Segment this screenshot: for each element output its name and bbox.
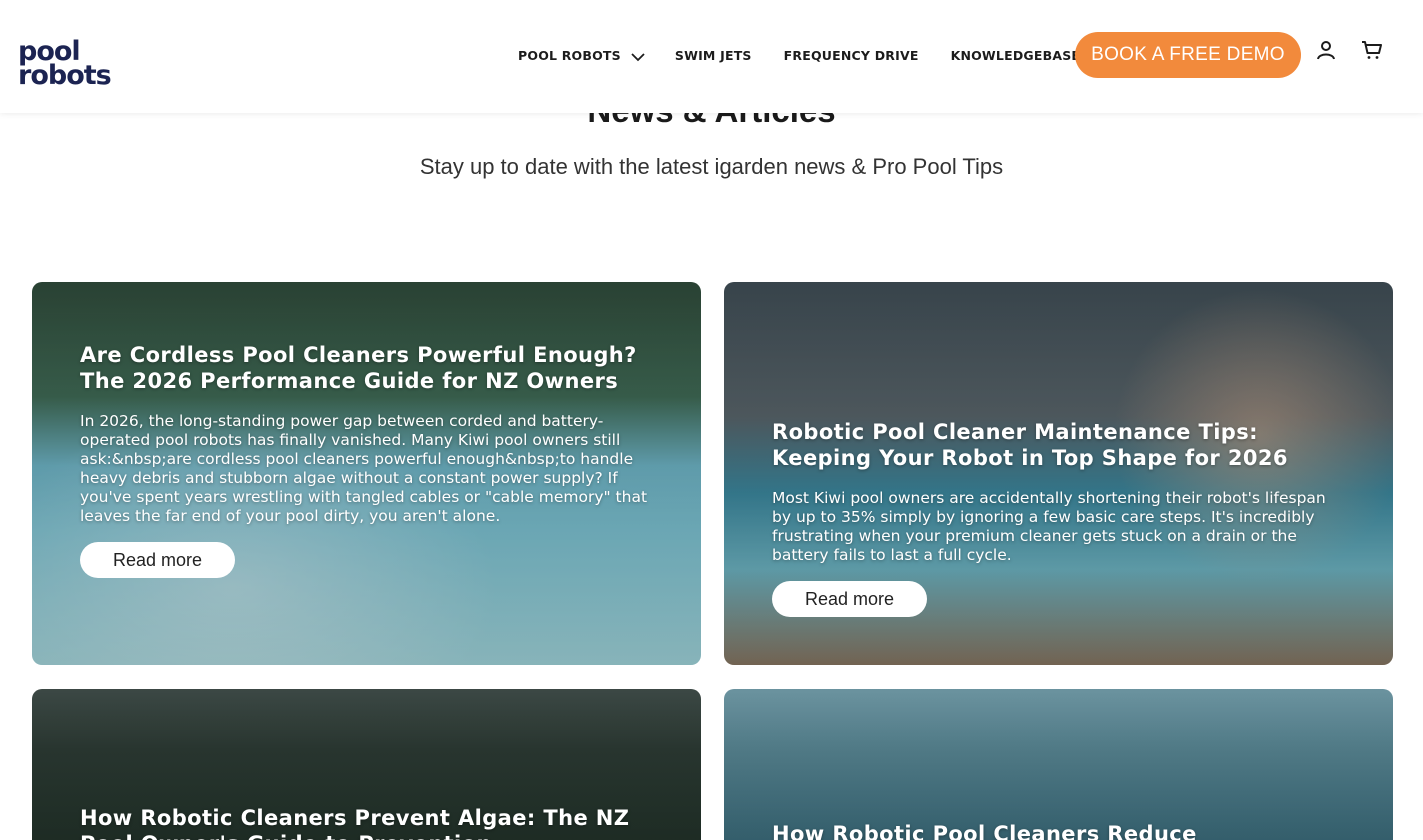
article-title[interactable]: How Robotic Cleaners Prevent Algae: The …	[80, 805, 653, 840]
cart-icon[interactable]	[1360, 38, 1384, 62]
article-content: Robotic Pool Cleaner Maintenance Tips: K…	[772, 419, 1345, 617]
read-more-button[interactable]: Read more	[80, 542, 235, 578]
nav-item-swim-jets[interactable]: SWIM JETS	[675, 48, 752, 63]
site-header: pool robots POOL ROBOTS SWIM JETS FREQUE…	[0, 0, 1423, 113]
logo-line2: robots	[18, 60, 112, 91]
article-title[interactable]: How Robotic Pool Cleaners Reduce	[772, 821, 1345, 840]
nav-item-label: SWIM JETS	[674, 48, 752, 63]
article-card[interactable]: Are Cordless Pool Cleaners Powerful Enou…	[32, 282, 701, 665]
article-title[interactable]: Robotic Pool Cleaner Maintenance Tips: K…	[772, 419, 1345, 471]
article-excerpt: In 2026, the long-standing power gap bet…	[80, 412, 648, 525]
nav-item-pool-robots[interactable]: POOL ROBOTS	[518, 48, 645, 63]
nav-item-frequency-drive[interactable]: FREQUENCY DRIVE	[784, 48, 919, 63]
logo[interactable]: pool robots	[18, 38, 114, 92]
main-nav: POOL ROBOTS SWIM JETS FREQUENCY DRIVE KN…	[518, 48, 1080, 63]
article-title[interactable]: Are Cordless Pool Cleaners Powerful Enou…	[80, 342, 653, 394]
chevron-down-icon	[631, 50, 645, 62]
article-content: How Robotic Pool Cleaners Reduce	[772, 821, 1345, 840]
book-demo-button[interactable]: BOOK A FREE DEMO	[1075, 32, 1301, 78]
article-card[interactable]: Robotic Pool Cleaner Maintenance Tips: K…	[724, 282, 1393, 665]
account-icon[interactable]	[1314, 38, 1338, 62]
article-card[interactable]: How Robotic Pool Cleaners Reduce	[724, 689, 1393, 840]
nav-item-label: FREQUENCY DRIVE	[783, 48, 919, 63]
read-more-button[interactable]: Read more	[772, 581, 927, 617]
article-content: How Robotic Cleaners Prevent Algae: The …	[80, 805, 653, 840]
article-excerpt: Most Kiwi pool owners are accidentally s…	[772, 489, 1326, 564]
nav-item-label: KNOWLEDGEBASE	[950, 48, 1081, 63]
nav-item-label: POOL ROBOTS	[518, 48, 621, 63]
article-card[interactable]: How Robotic Cleaners Prevent Algae: The …	[32, 689, 701, 840]
page-subtitle: Stay up to date with the latest igarden …	[419, 154, 1004, 179]
article-content: Are Cordless Pool Cleaners Powerful Enou…	[80, 342, 653, 578]
nav-item-knowledgebase[interactable]: KNOWLEDGEBASE	[951, 48, 1081, 63]
